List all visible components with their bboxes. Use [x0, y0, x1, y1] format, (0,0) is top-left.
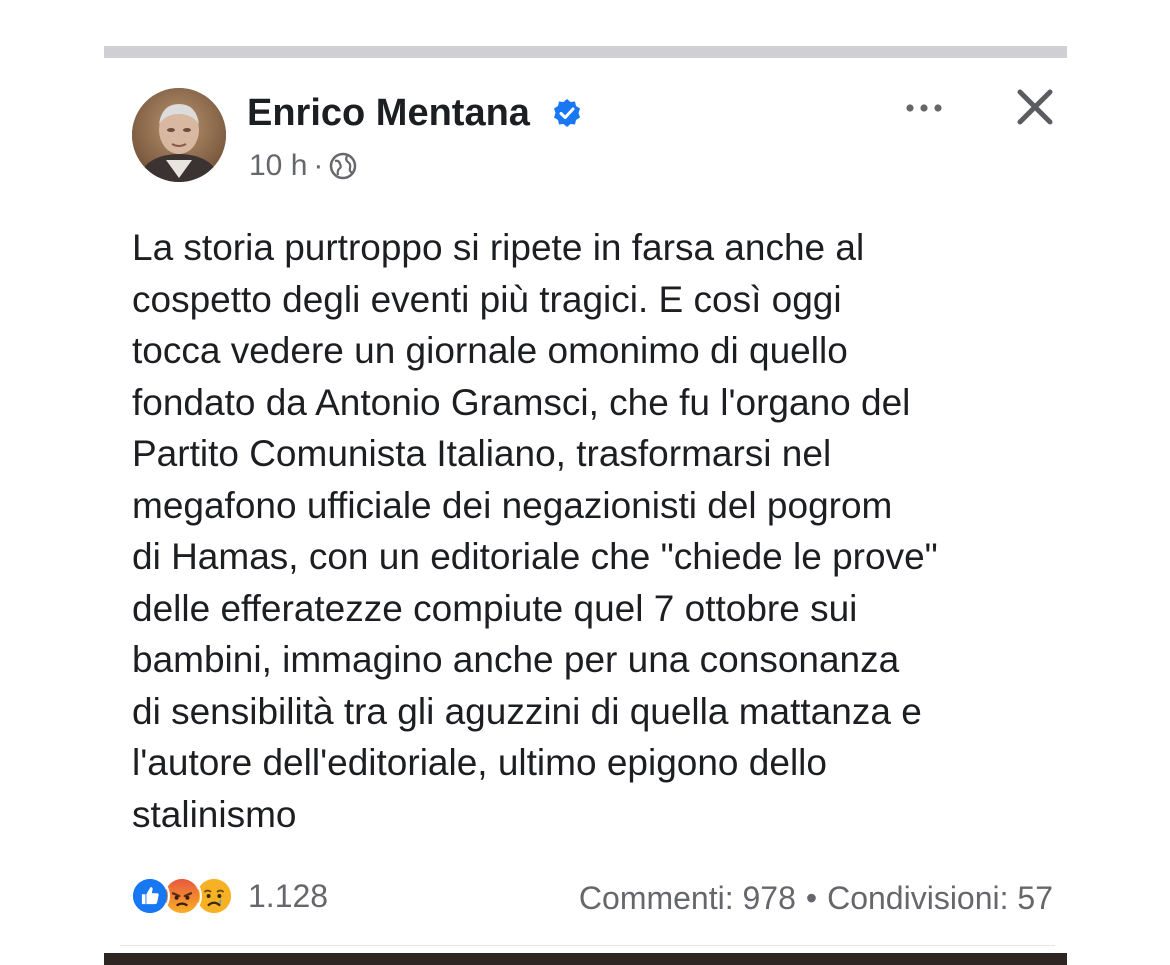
post-text-line: cospetto degli eventi più tragici. E cos… [132, 278, 842, 320]
post-meta: 10 h · [249, 146, 357, 186]
top-divider-bar [104, 46, 1067, 58]
meta-separator: · [313, 149, 324, 182]
post-text-line: l'autore dell'editoriale, ultimo epigono… [132, 742, 827, 783]
more-dots-icon [906, 104, 942, 112]
more-options-button[interactable] [900, 90, 948, 126]
post-text-line: di sensibilità tra gli aguzzini di quell… [132, 690, 922, 732]
post-text: La storia purtroppo si ripete in farsa a… [132, 222, 1057, 840]
post-text-line: di Hamas, con un editoriale che "chiede … [132, 536, 938, 577]
avatar[interactable] [132, 88, 226, 182]
globe-icon[interactable] [329, 152, 357, 180]
post-time[interactable]: 10 h [249, 146, 307, 186]
post-text-line: megafono ufficiale dei negazionisti del … [132, 484, 893, 526]
comments-count-link[interactable]: Commenti: 978 [579, 876, 796, 920]
reaction-count[interactable]: 1.128 [248, 878, 328, 915]
post-text-line: stalinismo [132, 793, 297, 835]
engagement-separator: • [805, 880, 818, 916]
close-icon [1017, 89, 1053, 125]
actions-divider [120, 945, 1055, 946]
post-text-line: La storia purtroppo si ripete in farsa a… [132, 227, 865, 268]
post-text-line: fondato da Antonio Gramsci, che fu l'org… [132, 381, 911, 423]
author-name[interactable]: Enrico Mentana [247, 88, 530, 138]
close-button[interactable] [1010, 82, 1060, 132]
like-icon [130, 876, 170, 916]
shares-count-link[interactable]: Condivisioni: 57 [827, 876, 1053, 920]
engagement-stats: Commenti: 978 • Condivisioni: 57 [579, 876, 1053, 920]
post-text-line: Partito Comunista Italiano, trasformarsi… [132, 433, 832, 474]
bottom-dark-bar [104, 953, 1067, 965]
verified-badge-icon [554, 99, 580, 127]
post-text-line: tocca vedere un giornale omonimo di quel… [132, 330, 848, 371]
post-text-line: delle efferatezze compiute quel 7 ottobr… [132, 587, 858, 629]
reactions-summary[interactable]: 1.128 [130, 876, 328, 916]
post-text-line: bambini, immagino anche per una consonan… [132, 639, 900, 680]
